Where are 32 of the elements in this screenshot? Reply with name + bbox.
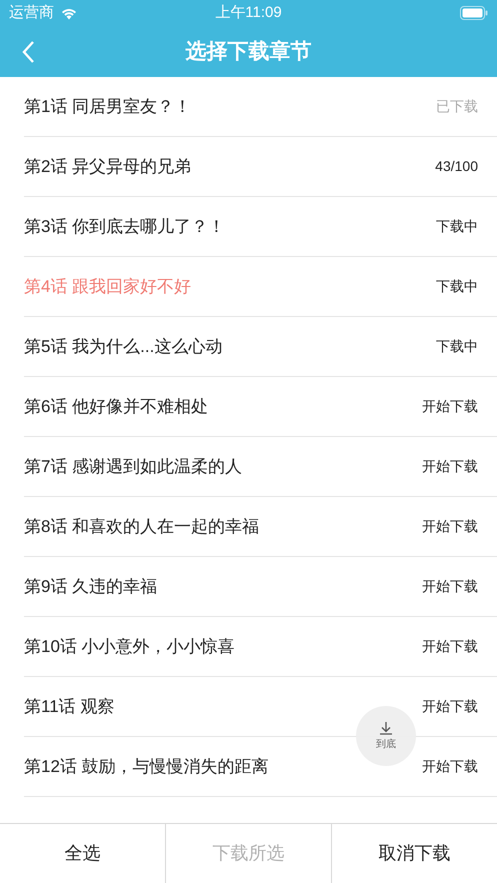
download-status[interactable]: 下载中 [436, 276, 478, 297]
chapter-title[interactable]: 第3话 你到底去哪儿了？！ [24, 214, 226, 240]
download-icon [379, 720, 393, 734]
chapter-title[interactable]: 第6话 他好像并不难相处 [24, 394, 208, 420]
chapter-title[interactable]: 第8话 和喜欢的人在一起的幸福 [24, 514, 260, 540]
download-status[interactable]: 下载中 [436, 216, 478, 237]
back-icon [21, 40, 35, 64]
download-status[interactable]: 开始下载 [422, 636, 478, 657]
status-time: 上午11:09 [215, 2, 282, 23]
chapter-title[interactable]: 第10话 小小意外，小小惊喜 [24, 634, 235, 660]
chapter-title[interactable]: 第11话 观察 [24, 694, 114, 720]
download-status[interactable]: 43/100 [435, 156, 478, 177]
bottom-action-button[interactable]: 取消下载 [331, 824, 497, 883]
download-status[interactable]: 开始下载 [422, 576, 478, 597]
chapter-title[interactable]: 第5话 我为什么...这么心动 [24, 334, 222, 360]
chapter-title[interactable]: 第9话 久违的幸福 [24, 574, 158, 600]
download-status[interactable]: 开始下载 [422, 456, 478, 477]
carrier-label: 运营商 [9, 2, 54, 23]
battery-icon [460, 6, 488, 20]
download-status[interactable]: 开始下载 [422, 396, 478, 417]
chapter-title[interactable]: 第2话 异父异母的兄弟 [24, 154, 192, 180]
scroll-to-bottom-button[interactable]: 到底 [356, 706, 416, 766]
download-status[interactable]: 开始下载 [422, 756, 478, 777]
download-status[interactable]: 开始下载 [422, 696, 478, 717]
chapter-title[interactable]: 第7话 感谢遇到如此温柔的人 [24, 454, 242, 480]
download-status[interactable]: 开始下载 [422, 516, 478, 537]
wifi-icon [60, 6, 78, 20]
bottom-action-button[interactable]: 全选 [0, 824, 165, 883]
download-status[interactable]: 下载中 [436, 336, 478, 357]
chapter-title[interactable]: 第1话 同居男室友？！ [24, 94, 192, 120]
page-title: 选择下载章节 [186, 38, 312, 65]
chapter-title[interactable]: 第12话 鼓励，与慢慢消失的距离 [24, 754, 269, 780]
